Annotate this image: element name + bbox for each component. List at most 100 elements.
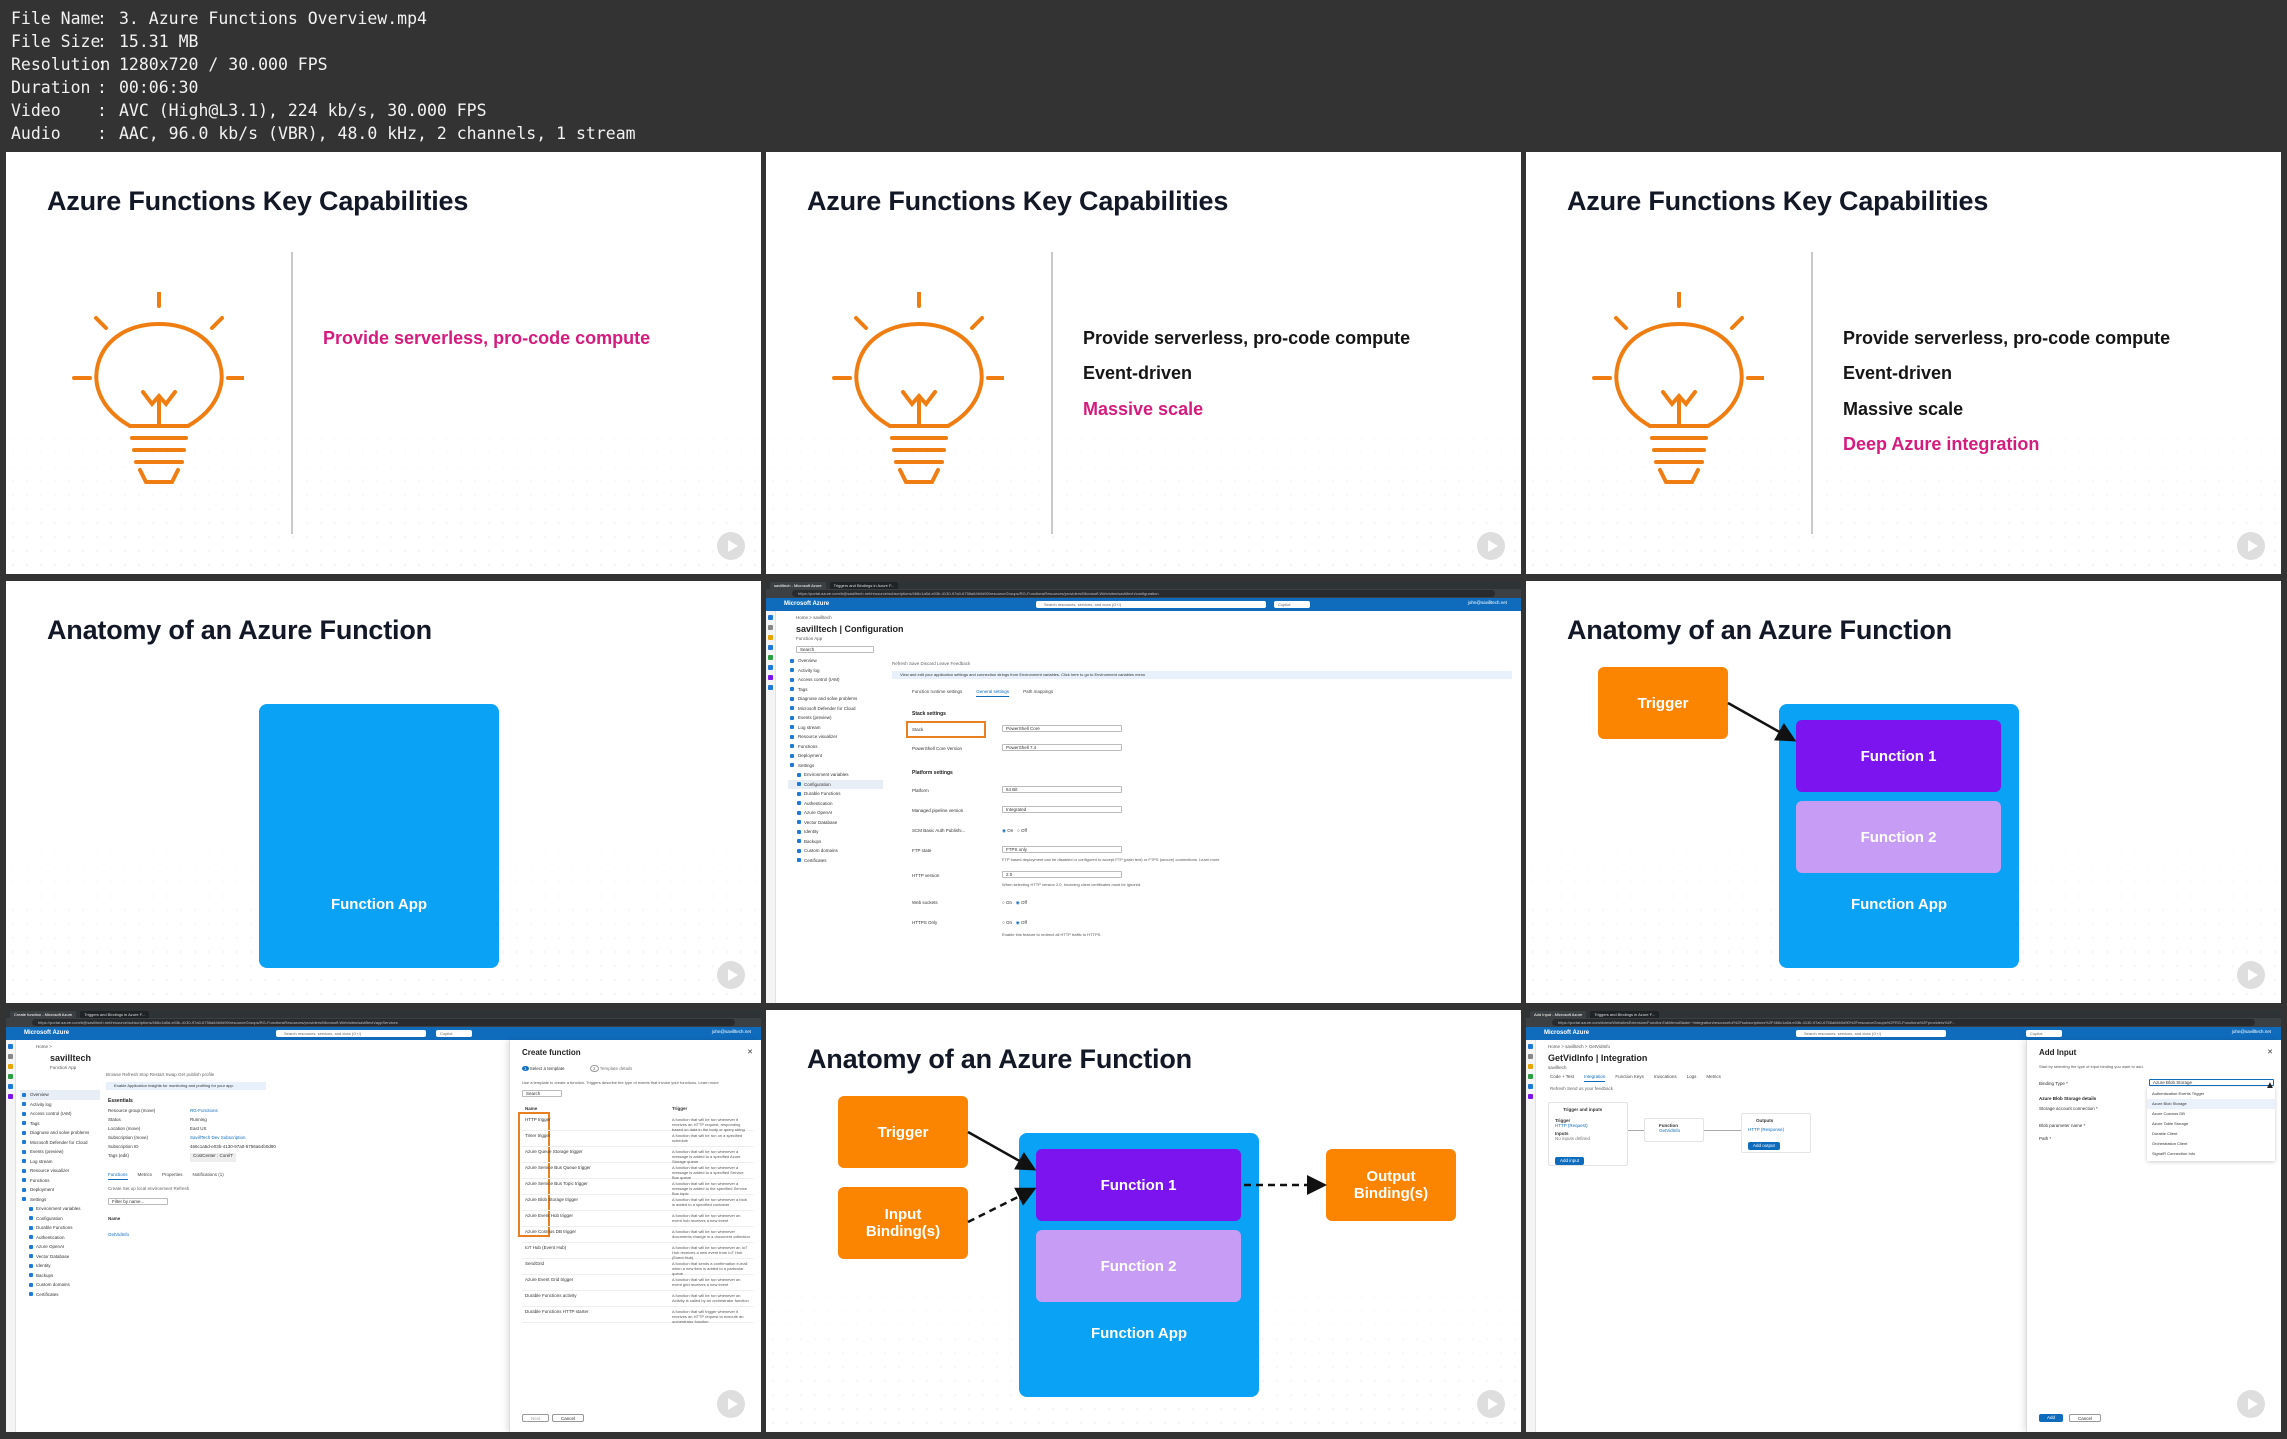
- filter-input[interactable]: Filter by name...: [108, 1198, 168, 1205]
- menu-item[interactable]: Events (preview): [788, 713, 883, 723]
- menu-item[interactable]: Custom domains: [788, 846, 883, 856]
- global-search-input[interactable]: Search resources, services, and docs (G+…: [1796, 1030, 1946, 1037]
- template-search-input[interactable]: Search: [522, 1090, 562, 1097]
- user-account[interactable]: john@savilltech.net: [1468, 596, 1507, 609]
- menu-item[interactable]: Durable Functions: [788, 789, 883, 799]
- stack-dropdown[interactable]: PowerShell Core: [1002, 725, 1122, 732]
- menu-item[interactable]: Microsoft Defender for Cloud: [788, 704, 883, 714]
- tab-runtime-settings[interactable]: Function runtime settings: [912, 689, 962, 697]
- play-icon[interactable]: [717, 532, 745, 560]
- tab-function-keys[interactable]: Function Keys: [1615, 1074, 1644, 1082]
- thumbnail-portal-integration[interactable]: Add Input - Microsoft Azure Triggers and…: [1526, 1010, 2281, 1432]
- play-icon[interactable]: [717, 961, 745, 989]
- add-input-button[interactable]: Add input: [1555, 1157, 1585, 1165]
- menu-item[interactable]: Configuration: [20, 1214, 100, 1224]
- cancel-button[interactable]: Cancel: [2069, 1414, 2102, 1422]
- play-icon[interactable]: [2237, 961, 2265, 989]
- binding-option[interactable]: Authentication Events Trigger: [2147, 1089, 2275, 1099]
- info-banner[interactable]: Enable Application Insights for monitori…: [106, 1082, 266, 1090]
- address-bar[interactable]: https://portal.azure.com/#@savilltech.ne…: [792, 590, 1495, 597]
- websockets-radio[interactable]: ○ On ◉ Off: [1002, 900, 1027, 906]
- resource-icon[interactable]: [768, 665, 773, 670]
- menu-item[interactable]: Functions: [20, 1176, 100, 1186]
- tab-invocations[interactable]: Invocations: [1654, 1074, 1677, 1082]
- binding-option[interactable]: SignalR Connection Info: [2147, 1149, 2275, 1159]
- tab-properties[interactable]: Properties: [162, 1172, 183, 1180]
- menu-item[interactable]: Identity: [788, 827, 883, 837]
- thumbnail-capabilities-2[interactable]: Azure Functions Key Capabilities Provide…: [766, 152, 1521, 574]
- menu-item[interactable]: Overview: [788, 656, 883, 666]
- menu-item[interactable]: Azure OpenAI: [20, 1242, 100, 1252]
- thumbnail-capabilities-3[interactable]: Azure Functions Key Capabilities Provide…: [1526, 152, 2281, 574]
- menu-item[interactable]: Activity log: [20, 1100, 100, 1110]
- tab-notifications[interactable]: Notifications (1): [193, 1172, 224, 1180]
- template-row[interactable]: Azure Cosmos DB trigger A function that w…: [522, 1227, 753, 1243]
- menu-search-input[interactable]: Search: [796, 646, 874, 653]
- play-icon[interactable]: [2237, 1390, 2265, 1418]
- menu-item[interactable]: Overview: [20, 1090, 100, 1100]
- global-search-input[interactable]: Search resources, services, and docs (G+…: [276, 1030, 426, 1037]
- resource-icon[interactable]: [768, 675, 773, 680]
- scm-radio[interactable]: ◉ On ○ Off: [1002, 828, 1027, 834]
- template-row[interactable]: Azure Blob Storage trigger A function tha…: [522, 1195, 753, 1211]
- user-account[interactable]: john@savilltech.net: [712, 1025, 751, 1038]
- thumbnail-anatomy-3[interactable]: Anatomy of an Azure Function Function Ap…: [766, 1010, 1521, 1432]
- menu-item[interactable]: Log stream: [20, 1157, 100, 1167]
- menu-item[interactable]: Settings: [20, 1195, 100, 1205]
- menu-item[interactable]: Diagnose and solve problems: [788, 694, 883, 704]
- menu-item[interactable]: Backups: [20, 1271, 100, 1281]
- copilot-button[interactable]: Copilot: [2026, 1030, 2062, 1037]
- add-button[interactable]: Add: [2039, 1414, 2064, 1422]
- thumbnail-anatomy-2[interactable]: Anatomy of an Azure Function Function Ap…: [1526, 581, 2281, 1003]
- http-dropdown[interactable]: 2.0: [1002, 871, 1122, 878]
- platform-dropdown[interactable]: 64 Bit: [1002, 786, 1122, 793]
- ftp-dropdown[interactable]: FTPS only: [1002, 846, 1122, 853]
- menu-item[interactable]: Activity log: [788, 666, 883, 676]
- menu-item[interactable]: Vector Database: [20, 1252, 100, 1262]
- menu-item[interactable]: Custom domains: [20, 1280, 100, 1290]
- menu-item[interactable]: Environment variables: [20, 1204, 100, 1214]
- pipeline-dropdown[interactable]: Integrated: [1002, 806, 1122, 813]
- menu-item[interactable]: Environment variables: [788, 770, 883, 780]
- browser-tab[interactable]: Create function - Microsoft Azure: [10, 1011, 77, 1018]
- tab-code-test[interactable]: Code + Test: [1550, 1074, 1574, 1082]
- cancel-button[interactable]: Cancel: [552, 1414, 585, 1422]
- play-icon[interactable]: [1477, 1390, 1505, 1418]
- step-select-template[interactable]: 1 Select a template: [522, 1066, 565, 1071]
- add-output-button[interactable]: Add output: [1748, 1142, 1780, 1150]
- menu-item[interactable]: Durable Functions: [20, 1223, 100, 1233]
- dashboard-icon[interactable]: [8, 1054, 13, 1059]
- command-bar[interactable]: Refresh Save Discard Leave Feedback: [892, 661, 970, 666]
- menu-item[interactable]: Settings: [788, 761, 883, 771]
- browser-tab[interactable]: Add Input - Microsoft Azure: [1530, 1011, 1587, 1018]
- copilot-button[interactable]: Copilot: [1274, 601, 1310, 608]
- template-row[interactable]: HTTP trigger A function that will be run …: [522, 1115, 753, 1132]
- template-row[interactable]: Timer trigger A function that will be run…: [522, 1131, 753, 1147]
- home-icon[interactable]: [8, 1044, 13, 1049]
- menu-item[interactable]: Tags: [788, 685, 883, 695]
- menu-item[interactable]: Access control (IAM): [788, 675, 883, 685]
- resource-icon[interactable]: [768, 655, 773, 660]
- template-row[interactable]: Azure Event Hub trigger A function that w…: [522, 1211, 753, 1227]
- play-icon[interactable]: [717, 1390, 745, 1418]
- resource-icon[interactable]: [768, 685, 773, 690]
- output-link[interactable]: HTTP (Response): [1742, 1123, 1810, 1132]
- play-icon[interactable]: [2237, 532, 2265, 560]
- thumbnail-capabilities-1[interactable]: Azure Functions Key Capabilities Provide…: [6, 152, 761, 574]
- user-account[interactable]: john@savilltech.net: [2232, 1025, 2271, 1038]
- next-button[interactable]: Next: [522, 1414, 550, 1422]
- template-row[interactable]: SendGrid A function that sends a confirma…: [522, 1259, 753, 1276]
- menu-item[interactable]: Log stream: [788, 723, 883, 733]
- template-row[interactable]: Azure Service Bus Topic trigger A functio…: [522, 1179, 753, 1196]
- menu-item[interactable]: Vector Database: [788, 818, 883, 828]
- step-template-details[interactable]: 2 Template details: [590, 1065, 632, 1072]
- menu-item[interactable]: Diagnose and solve problems: [20, 1128, 100, 1138]
- home-icon[interactable]: [1528, 1044, 1533, 1049]
- template-row[interactable]: Azure Service Bus Queue trigger A functio…: [522, 1163, 753, 1180]
- menu-item[interactable]: Resource visualizer: [788, 732, 883, 742]
- breadcrumb[interactable]: Home > savilltech: [796, 615, 832, 620]
- menu-item[interactable]: Certificates: [20, 1290, 100, 1300]
- menu-item[interactable]: Deployment: [788, 751, 883, 761]
- tab-metrics[interactable]: Metrics: [1706, 1074, 1721, 1082]
- menu-item[interactable]: Authentication: [20, 1233, 100, 1243]
